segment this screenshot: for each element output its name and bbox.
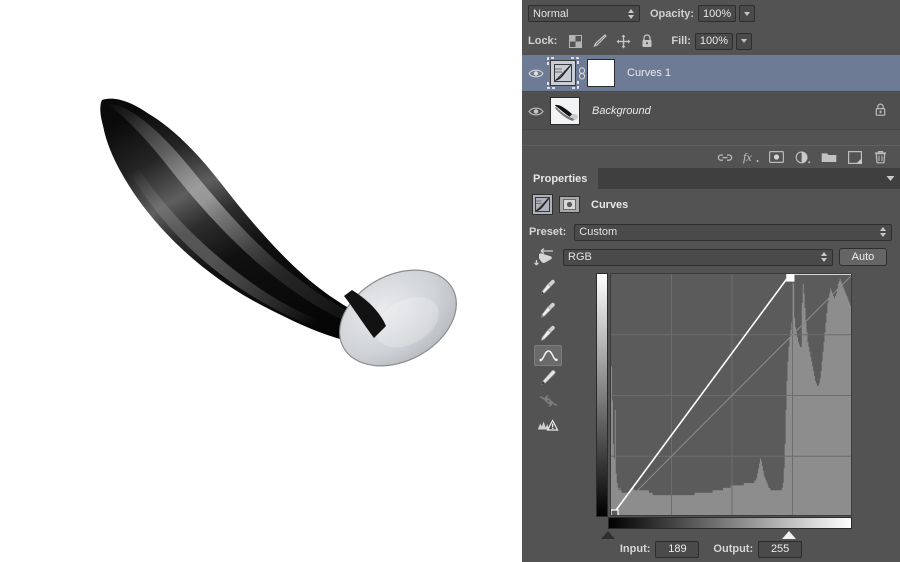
layer-mask-icon[interactable] [559,196,580,213]
layer-visibility-eye-icon[interactable] [522,55,550,92]
curves-plot-svg[interactable] [611,274,852,516]
layers-panel-bottom-bar: fx [522,145,900,168]
panel-menu-chevron-down-icon[interactable] [886,168,895,189]
output-value: 255 [770,543,790,555]
svg-text:fx: fx [743,150,752,164]
preset-row: Preset: Custom [522,220,900,244]
layer-locked-icon [875,103,886,119]
layer-effects-fx-icon[interactable]: fx [739,146,762,169]
input-field[interactable]: 189 [655,540,700,558]
properties-panel: Properties Curves Preset: Custom RGB Aut… [522,168,900,562]
auto-button-label: Auto [851,251,875,263]
new-adjustment-layer-icon[interactable] [791,146,814,169]
fill-value: 100% [699,35,729,47]
opacity-input[interactable]: 100% [698,5,737,22]
output-label: Output: [713,543,754,555]
document-canvas[interactable] [0,0,522,562]
layers-panel: Normal Opacity: 100% Lock: Fill: 100% Cu… [522,0,900,168]
lock-row: Lock: Fill: 100% [522,27,900,55]
properties-tab-label: Properties [533,172,588,185]
chevron-updown-icon [878,226,887,239]
curve-control-point[interactable] [611,509,619,516]
preset-value: Custom [579,226,618,238]
properties-title-row: Curves [522,189,900,220]
curves-presets-hand-icon[interactable] [529,246,559,268]
auto-button[interactable]: Auto [839,248,887,266]
link-layers-icon[interactable] [713,146,736,169]
new-group-folder-icon[interactable] [817,146,840,169]
edit-points-curve-icon[interactable] [534,344,562,367]
output-gradient-bar [596,273,608,517]
new-layer-icon[interactable] [843,146,866,169]
thumbnail-selection-brackets [547,57,579,89]
add-layer-mask-icon[interactable] [765,146,788,169]
layer-name-curves-1: Curves 1 [627,67,672,79]
curves-graph[interactable] [596,273,867,539]
lock-all-icon[interactable] [637,32,657,50]
preset-select[interactable]: Custom [574,223,893,241]
input-value: 189 [668,543,687,555]
horn-image [100,98,457,367]
opacity-value: 100% [703,7,732,20]
properties-tab-bar: Properties [522,168,900,189]
input-gradient-bar[interactable] [608,517,852,529]
layer-mask-thumbnail[interactable] [587,59,615,87]
layer-name-background: Background [592,105,651,117]
properties-title: Curves [591,198,629,211]
opacity-label: Opacity: [650,7,695,20]
delete-layer-trash-icon[interactable] [869,146,892,169]
fill-input[interactable]: 100% [694,32,734,50]
clipping-warning-icon[interactable] [534,413,562,435]
channel-row: RGB Auto [522,244,900,270]
background-thumbnail-image [551,98,579,124]
input-label: Input: [619,543,651,555]
lock-transparent-pixels-icon[interactable] [565,32,585,50]
output-field[interactable]: 255 [758,540,803,558]
channel-select[interactable]: RGB [563,248,833,266]
input-output-row: Input: 189 Output: 255 [522,538,900,560]
layer-visibility-eye-icon[interactable] [522,93,550,130]
curves-adjustment-icon [532,194,553,215]
blend-mode-value: Normal [533,7,569,20]
draw-pencil-icon[interactable] [534,367,562,389]
fill-slider-chevron-down-icon[interactable] [736,32,753,50]
chevron-updown-icon [626,7,635,20]
sample-white-point-eyedropper-icon[interactable] [534,322,562,344]
chevron-updown-icon [819,251,828,264]
horn-base-ellipse [339,269,457,367]
channel-value: RGB [568,251,592,263]
blend-opacity-row: Normal Opacity: 100% [522,0,900,27]
horn-artwork [0,0,522,562]
curves-adjustment-thumbnail[interactable] [547,57,579,89]
background-layer-thumbnail[interactable] [550,97,580,125]
right-panel-dock: Normal Opacity: 100% Lock: Fill: 100% Cu… [522,0,900,562]
preset-label: Preset: [529,226,567,238]
tab-properties[interactable]: Properties [522,168,599,189]
fill-label: Fill: [671,35,691,47]
photoshop-screenshot: Normal Opacity: 100% Lock: Fill: 100% Cu… [0,0,900,562]
layer-row-curves-1[interactable]: Curves 1 [522,55,900,92]
layer-row-background[interactable]: Background [522,93,900,130]
lock-image-pixels-icon[interactable] [589,32,609,50]
smooth-curve-icon[interactable] [534,390,562,412]
curves-tool-column [528,276,568,436]
curves-plot-area[interactable] [610,273,852,516]
opacity-slider-chevron-down-icon[interactable] [739,5,756,22]
lock-label: Lock: [528,35,558,47]
lock-position-icon[interactable] [613,32,633,50]
blend-mode-select[interactable]: Normal [528,5,640,22]
sample-black-point-eyedropper-icon[interactable] [534,276,562,298]
curve-control-point[interactable] [786,274,795,282]
sample-gray-point-eyedropper-icon[interactable] [534,299,562,321]
